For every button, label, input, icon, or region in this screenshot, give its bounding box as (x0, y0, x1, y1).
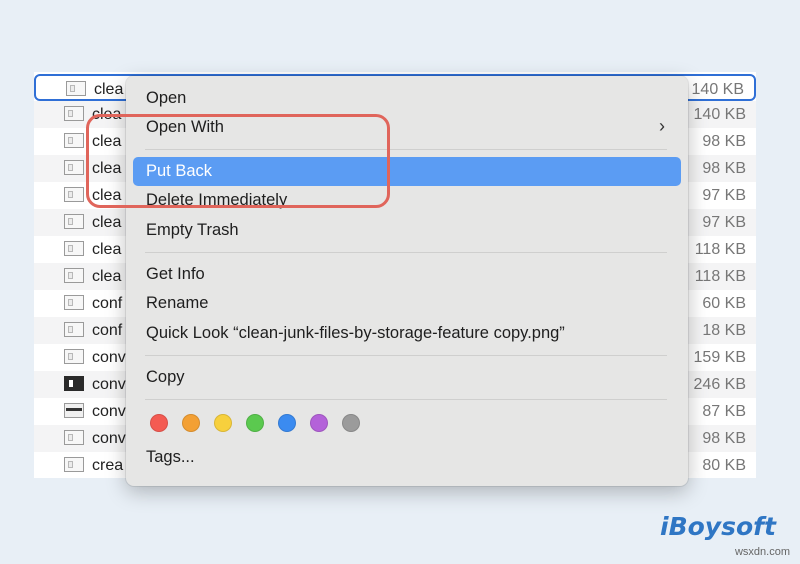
file-name: conf (92, 295, 123, 312)
file-name: clea (92, 241, 122, 258)
tag-purple-dot[interactable] (310, 414, 328, 432)
image-file-icon (64, 160, 84, 175)
file-size: 97 KB (702, 187, 746, 204)
menu-item-rename[interactable]: Rename (133, 289, 681, 318)
watermark: wsxdn.com (734, 546, 790, 558)
dark-image-file-icon (64, 376, 84, 391)
menu-separator (145, 355, 667, 356)
file-size: 159 KB (693, 349, 746, 366)
menu-item-label: Copy (146, 368, 185, 386)
menu-separator (145, 399, 667, 400)
file-name: conv (92, 403, 126, 420)
file-name: crea (92, 457, 124, 474)
menu-item-label: Get Info (146, 265, 205, 283)
file-size: 80 KB (702, 457, 746, 474)
image-file-icon (64, 106, 84, 121)
menu-item-label: Quick Look “clean-junk-files-by-storage-… (146, 324, 565, 342)
image-file-icon (64, 295, 84, 310)
brand-logo: iBoysoft (660, 512, 776, 541)
image-file-icon (66, 81, 86, 96)
file-name: clea (92, 214, 122, 231)
file-size: 98 KB (702, 430, 746, 447)
file-size: 87 KB (702, 403, 746, 420)
menu-separator (145, 252, 667, 253)
image-file-icon (64, 187, 84, 202)
file-size: 18 KB (702, 322, 746, 339)
menu-item-quick-look[interactable]: Quick Look “clean-junk-files-by-storage-… (133, 319, 681, 348)
tag-blue-dot[interactable] (278, 414, 296, 432)
file-size: 140 KB (691, 81, 744, 98)
file-size: 98 KB (702, 133, 746, 150)
tag-red-dot[interactable] (150, 414, 168, 432)
file-size: 140 KB (693, 106, 746, 123)
menu-item-label: Tags... (146, 448, 195, 466)
tag-green-dot[interactable] (246, 414, 264, 432)
file-name: conv (92, 430, 126, 447)
highlight-callout (86, 114, 390, 208)
tag-orange-dot[interactable] (182, 414, 200, 432)
image-file-icon (64, 430, 84, 445)
file-size: 118 KB (694, 268, 746, 285)
file-size: 60 KB (702, 295, 746, 312)
menu-item-label: Empty Trash (146, 221, 239, 239)
image-file-icon (64, 241, 84, 256)
image-file-icon (64, 133, 84, 148)
file-name: clea (92, 268, 122, 285)
file-size: 98 KB (702, 160, 746, 177)
image-file-icon (64, 322, 84, 337)
file-name: conv (92, 349, 126, 366)
chevron-right-icon: › (659, 116, 665, 136)
menu-item-tags[interactable]: Tags... (133, 443, 681, 472)
file-size: 118 KB (694, 241, 746, 258)
menu-item-empty-trash[interactable]: Empty Trash (133, 216, 681, 245)
image-file-icon (64, 268, 84, 283)
file-size: 246 KB (693, 376, 746, 393)
menu-item-label: Open (146, 89, 187, 107)
menu-item-open[interactable]: Open (133, 84, 681, 113)
menu-item-get-info[interactable]: Get Info (133, 260, 681, 289)
image-file-icon (64, 214, 84, 229)
menu-item-copy[interactable]: Copy (133, 363, 681, 392)
menu-item-label: Rename (146, 294, 209, 312)
file-name: conv (92, 376, 126, 393)
tag-gray-dot[interactable] (342, 414, 360, 432)
tag-yellow-dot[interactable] (214, 414, 232, 432)
image-file-icon (64, 403, 84, 418)
file-name: conf (92, 322, 123, 339)
file-name: clea (94, 81, 124, 98)
file-size: 97 KB (702, 214, 746, 231)
image-file-icon (64, 349, 84, 364)
image-file-icon (64, 457, 84, 472)
